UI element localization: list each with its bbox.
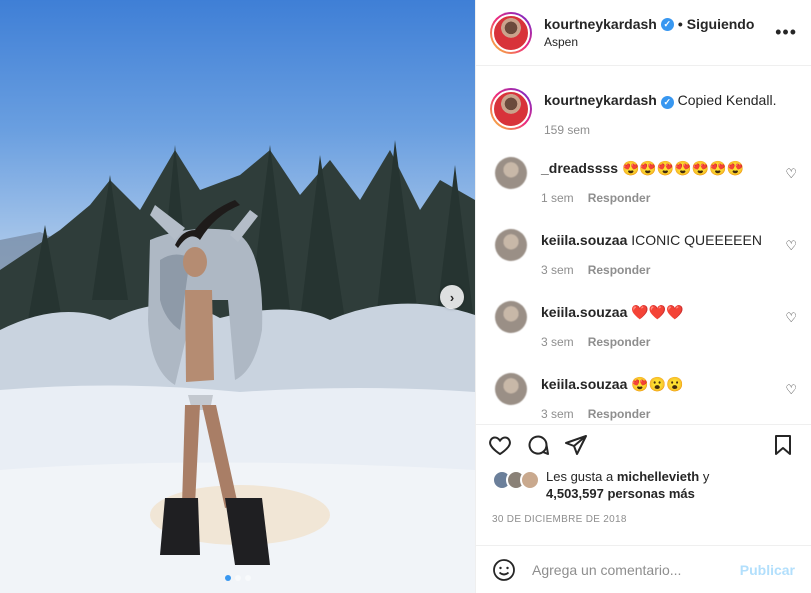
caption-avatar[interactable] (490, 88, 532, 130)
avatar (520, 470, 540, 490)
likes-prefix: Les gusta a (546, 469, 614, 484)
comment-row: keiila.souzaa 😍😮😮 3 sem Responder ♡ (490, 372, 797, 424)
caption: kourtneykardash ✓ Copied Kendall. 159 se… (490, 66, 797, 156)
carousel-dot (224, 575, 231, 581)
separator-dot: • (677, 16, 683, 32)
post-photo[interactable]: › (0, 0, 475, 593)
emoji-button[interactable] (492, 558, 516, 582)
comment-age: 1 sem (541, 191, 574, 205)
post-date: 30 DE DICIEMBRE DE 2018 (492, 514, 627, 525)
action-bar (476, 424, 811, 464)
carousel-next-button[interactable]: › (440, 285, 464, 309)
liker-avatars[interactable] (492, 470, 542, 490)
comment-age: 3 sem (541, 263, 574, 277)
comment-like-heart-icon[interactable]: ♡ (785, 310, 797, 326)
comment-username[interactable]: keiila.souzaa (541, 232, 627, 248)
comment-text: ❤️❤️❤️ (631, 304, 684, 320)
avatar[interactable] (495, 229, 527, 261)
likes-count[interactable]: 4,503,597 personas más (546, 486, 695, 501)
save-button[interactable] (771, 433, 795, 457)
carousel-dot (244, 575, 251, 581)
following-button[interactable]: Siguiendo (687, 16, 755, 32)
caption-age: 159 sem (544, 123, 591, 137)
comment-row: _dreadssss 😍😍😍😍😍😍😍 1 sem Responder ♡ (490, 156, 797, 228)
comment-row: keiila.souzaa ❤️❤️❤️ 3 sem Responder ♡ (490, 300, 797, 372)
avatar[interactable] (495, 157, 527, 189)
carousel-dots (0, 575, 475, 581)
comment-username[interactable]: _dreadssss (541, 160, 618, 176)
smiley-icon (493, 558, 515, 581)
avatar[interactable] (495, 301, 527, 333)
comment-text: 😍😍😍😍😍😍😍 (621, 160, 744, 176)
comment-like-heart-icon[interactable]: ♡ (785, 382, 797, 398)
likes-conj: y (702, 469, 710, 484)
comment-text: ICONIC QUEEEEEN (631, 232, 762, 248)
carousel-dot (234, 575, 241, 581)
more-options-icon[interactable]: ••• (775, 22, 797, 43)
snow-scene-image (0, 140, 475, 593)
reply-button[interactable]: Responder (588, 263, 651, 277)
author-username[interactable]: kourtneykardash (544, 16, 657, 32)
add-comment-bar: Publicar (476, 545, 811, 593)
comment-like-heart-icon[interactable]: ♡ (785, 166, 797, 182)
comment-row: keiila.souzaa ICONIC QUEEEEEN 3 sem Respon… (490, 228, 797, 300)
likes-summary: Les gusta a michellevieth y 4,503,597 pe… (492, 468, 709, 502)
verified-badge-icon: ✓ (660, 95, 674, 109)
share-button[interactable] (564, 433, 588, 457)
comment-icon (528, 435, 549, 455)
chevron-right-icon: › (449, 289, 455, 305)
location-link[interactable]: Aspen (544, 35, 775, 49)
liker-username[interactable]: michellevieth (617, 469, 699, 484)
comment-like-heart-icon[interactable]: ♡ (785, 238, 797, 254)
comment-age: 3 sem (541, 407, 574, 421)
avatar[interactable] (490, 11, 532, 54)
comment-text: 😍😮😮 (631, 376, 684, 392)
comment-username[interactable]: keiila.souzaa (541, 304, 627, 320)
post-header: kourtneykardash ✓ • Siguiendo Aspen ••• (476, 0, 811, 66)
post-viewer: › kourtneykardash ✓ • Siguiendo Aspen ••… (0, 0, 811, 593)
publish-button[interactable]: Publicar (740, 562, 795, 578)
avatar[interactable] (495, 373, 527, 405)
reply-button[interactable]: Responder (588, 191, 651, 205)
comment-username[interactable]: keiila.souzaa (541, 376, 627, 392)
bookmark-icon (775, 434, 791, 455)
post-sidebar: kourtneykardash ✓ • Siguiendo Aspen ••• … (475, 0, 811, 593)
comment-age: 3 sem (541, 335, 574, 349)
reply-button[interactable]: Responder (588, 335, 651, 349)
heart-icon (489, 435, 511, 455)
comment-button[interactable] (526, 433, 550, 457)
caption-text: Copied Kendall. (677, 92, 777, 108)
comment-input[interactable] (532, 561, 740, 578)
paper-plane-icon (565, 434, 587, 455)
caption-username[interactable]: kourtneykardash (544, 92, 657, 108)
verified-badge-icon: ✓ (660, 17, 674, 31)
reply-button[interactable]: Responder (588, 407, 651, 421)
like-button[interactable] (488, 433, 512, 457)
comments-list: kourtneykardash ✓ Copied Kendall. 159 se… (476, 66, 811, 424)
